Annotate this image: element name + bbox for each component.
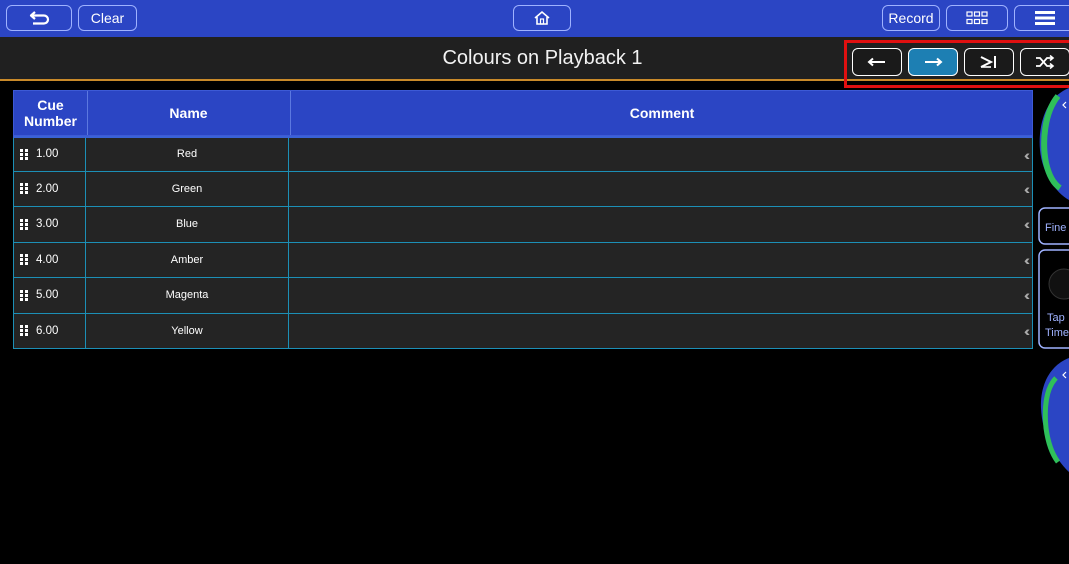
arrow-left-icon (867, 57, 885, 67)
top-toolbar: Clear Record (0, 0, 1069, 37)
expand-chevron-icon[interactable]: ‹‹‹ (1024, 181, 1030, 197)
table-row[interactable]: 6.00 Yellow ‹‹‹ (13, 313, 1033, 349)
tap-label: Tap (1047, 312, 1065, 324)
cue-number-cell[interactable]: 4.00 (13, 242, 86, 277)
menu-icon (1035, 11, 1055, 25)
shuffle-icon (1036, 55, 1055, 69)
cue-number: 1.00 (36, 148, 59, 161)
right-panel-graphics: Fine Tap Time (1038, 88, 1069, 472)
last-cue-button[interactable] (964, 48, 1014, 76)
time-label: Time (1045, 327, 1069, 339)
skip-to-end-icon (980, 56, 996, 68)
clear-button[interactable]: Clear (78, 5, 137, 31)
cue-comment-cell[interactable]: ‹‹‹ (289, 171, 1033, 206)
cue-number: 3.00 (36, 218, 59, 231)
grid-button[interactable] (946, 5, 1008, 31)
table-row[interactable]: 3.00 Blue ‹‹‹ (13, 207, 1033, 243)
expand-chevron-icon[interactable]: ‹‹‹ (1024, 216, 1030, 232)
previous-cue-button[interactable] (852, 48, 902, 76)
cue-name-cell[interactable]: Red (86, 138, 289, 171)
cue-comment-cell[interactable]: ‹‹‹ (289, 138, 1033, 171)
cue-number-cell[interactable]: 2.00 (13, 171, 86, 206)
menu-button[interactable] (1014, 5, 1069, 31)
record-label: Record (888, 10, 934, 26)
cue-comment-cell[interactable]: ‹‹‹ (289, 242, 1033, 277)
grid-icon (966, 11, 988, 25)
drag-handle-icon[interactable] (20, 183, 29, 195)
record-button[interactable]: Record (882, 5, 940, 31)
cue-name-cell[interactable]: Green (86, 171, 289, 206)
expand-chevron-icon[interactable]: ‹‹‹ (1024, 323, 1030, 339)
cue-number: 5.00 (36, 289, 59, 302)
expand-chevron-icon[interactable]: ‹‹‹ (1024, 252, 1030, 268)
cue-number-cell[interactable]: 6.00 (13, 313, 86, 348)
cue-number: 6.00 (36, 324, 59, 337)
back-arrow-icon (29, 11, 50, 25)
drag-handle-icon[interactable] (20, 148, 29, 160)
cue-comment-cell[interactable]: ‹‹‹ (289, 207, 1033, 242)
back-button[interactable] (6, 5, 72, 31)
cue-number-cell[interactable]: 1.00 (13, 138, 86, 171)
expand-chevron-icon[interactable]: ‹‹‹ (1024, 147, 1030, 163)
table-body: 1.00 Red ‹‹‹ 2.00 Green ‹‹‹ 3.00 Blue ‹‹‹ 4.00 Amb… (13, 136, 1033, 349)
arrow-right-icon (925, 57, 943, 67)
bottom-wheel-gauge[interactable] (1040, 358, 1069, 472)
cue-number: 4.00 (36, 253, 59, 266)
drag-handle-icon[interactable] (20, 218, 29, 230)
home-icon (534, 10, 550, 25)
cue-name-cell[interactable]: Magenta (86, 278, 289, 313)
home-button[interactable] (513, 5, 571, 31)
table-row[interactable]: 4.00 Amber ‹‹‹ (13, 242, 1033, 278)
table-row[interactable]: 2.00 Green ‹‹‹ (13, 171, 1033, 207)
table-row[interactable]: 1.00 Red ‹‹‹ (13, 136, 1033, 172)
cue-table: Cue Number Name Comment 1.00 Red ‹‹‹ 2.00 Gr… (13, 90, 1033, 349)
drag-handle-icon[interactable] (20, 289, 29, 301)
clear-label: Clear (90, 10, 125, 26)
expand-chevron-icon[interactable]: ‹‹‹ (1024, 287, 1030, 303)
drag-handle-icon[interactable] (20, 325, 29, 337)
cue-number-cell[interactable]: 3.00 (13, 207, 86, 242)
next-cue-button[interactable] (908, 48, 958, 76)
fine-label: Fine (1045, 222, 1066, 234)
cue-number: 2.00 (36, 182, 59, 195)
header-name[interactable]: Name (87, 91, 291, 135)
table-row[interactable]: 5.00 Magenta ‹‹‹ (13, 278, 1033, 314)
header-comment[interactable]: Comment (290, 91, 1034, 135)
cue-comment-cell[interactable]: ‹‹‹ (289, 278, 1033, 313)
cue-name-cell[interactable]: Yellow (86, 313, 289, 348)
cue-name-cell[interactable]: Amber (86, 242, 289, 277)
random-cue-button[interactable] (1020, 48, 1069, 76)
right-controls-panel: Fine Tap Time (1036, 88, 1069, 564)
header-cue-number[interactable]: Cue Number (14, 91, 88, 135)
table-header: Cue Number Name Comment (13, 90, 1033, 136)
cue-name-cell[interactable]: Blue (86, 207, 289, 242)
drag-handle-icon[interactable] (20, 254, 29, 266)
cue-number-cell[interactable]: 5.00 (13, 278, 86, 313)
cue-comment-cell[interactable]: ‹‹‹ (289, 313, 1033, 348)
top-wheel-gauge[interactable] (1039, 88, 1069, 200)
